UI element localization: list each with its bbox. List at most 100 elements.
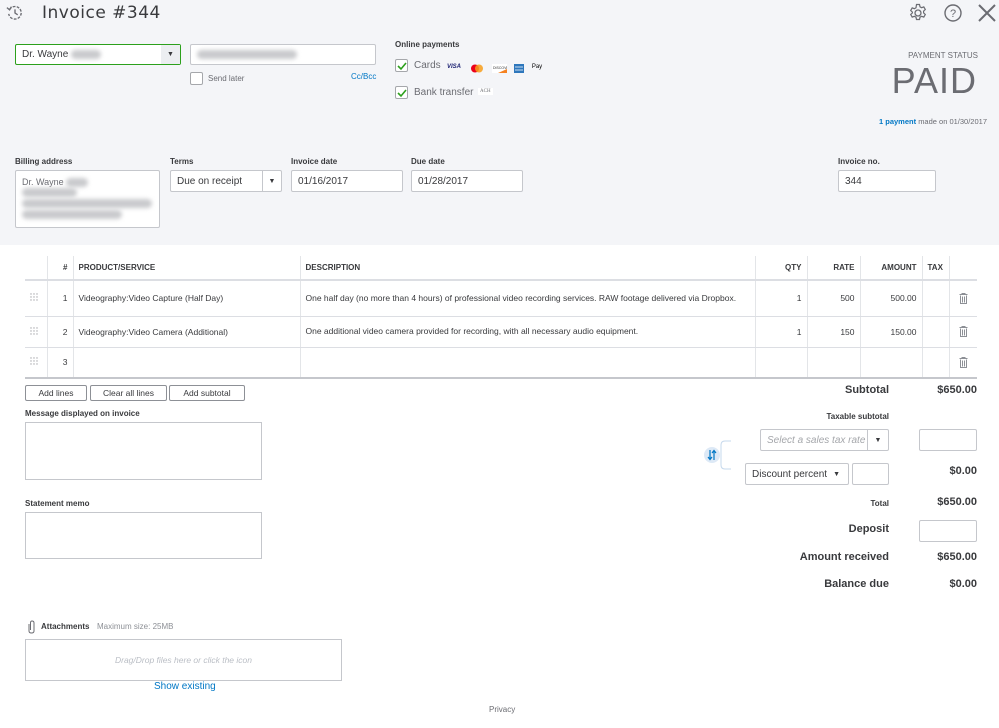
discount-value-field[interactable] <box>852 463 889 485</box>
amount-received-label: Amount received <box>799 551 889 563</box>
delete-icon[interactable] <box>948 347 977 379</box>
rate-cell[interactable] <box>806 347 860 379</box>
description-cell[interactable]: One additional video camera provided for… <box>299 316 755 348</box>
billing-address-label: Billing address <box>15 157 73 166</box>
description-cell[interactable]: One half day (no more than 4 hours) of p… <box>299 280 755 317</box>
chevron-down-icon[interactable]: ▼ <box>867 430 888 450</box>
clear-all-lines-button[interactable]: Clear all lines <box>90 385 167 401</box>
amount-cell[interactable]: 150.00 <box>859 316 922 348</box>
statement-memo-textarea[interactable] <box>25 512 262 559</box>
customer-name: Dr. Wayne <box>22 49 69 60</box>
chevron-down-icon[interactable]: ▼ <box>262 171 281 191</box>
attachments-label: Attachments <box>41 622 90 631</box>
product-cell[interactable] <box>72 347 300 379</box>
redacted-text <box>66 178 89 188</box>
subtotal-label: Subtotal <box>845 384 889 396</box>
chevron-down-icon[interactable]: ▼ <box>833 471 840 478</box>
invoice-number-label: Invoice no. <box>838 157 880 166</box>
product-cell[interactable]: Videography:Video Capture (Half Day) <box>72 280 300 317</box>
deposit-label: Deposit <box>848 523 889 535</box>
bank-transfer-checkbox[interactable] <box>395 86 408 99</box>
column-header-number: # <box>46 256 73 281</box>
column-header-amount: AMOUNT <box>859 256 922 281</box>
sales-tax-rate-placeholder: Select a sales tax rate <box>767 434 866 446</box>
ach-badge: ACH <box>478 88 493 95</box>
amount-cell[interactable] <box>859 347 922 379</box>
terms-select[interactable]: Due on receipt ▼ <box>170 170 282 192</box>
attachments-dropzone[interactable]: Drag/Drop files here or click the icon <box>25 639 342 681</box>
table-row[interactable]: 1 Videography:Video Capture (Half Day) One… <box>25 280 977 317</box>
tax-cell[interactable] <box>921 280 949 317</box>
row-number: 2 <box>46 316 73 348</box>
gear-icon[interactable] <box>908 3 928 23</box>
tax-cell[interactable] <box>921 316 949 348</box>
due-date-field[interactable] <box>411 170 523 192</box>
privacy-link[interactable]: Privacy <box>489 705 515 714</box>
qty-cell[interactable]: 1 <box>754 280 807 317</box>
terms-value: Due on receipt <box>177 175 243 187</box>
add-lines-button[interactable]: Add lines <box>25 385 87 401</box>
drag-handle-icon[interactable] <box>25 316 47 348</box>
deposit-field[interactable] <box>919 520 977 542</box>
table-row[interactable]: 3 <box>25 347 977 379</box>
redacted-text <box>22 198 152 208</box>
cc-bcc-link[interactable]: Cc/Bcc <box>351 72 376 81</box>
bank-transfer-label: Bank transfer <box>414 87 474 98</box>
add-subtotal-button[interactable]: Add subtotal <box>169 385 245 401</box>
discount-amount-value: $0.00 <box>949 465 977 477</box>
tax-cell[interactable] <box>921 347 949 379</box>
message-textarea[interactable] <box>25 422 262 480</box>
amount-cell[interactable]: 500.00 <box>859 280 922 317</box>
sales-tax-rate-select[interactable]: Select a sales tax rate ▼ <box>760 429 889 451</box>
paperclip-icon[interactable] <box>26 620 37 635</box>
line-items-table: # PRODUCT/SERVICE DESCRIPTION QTY RATE A… <box>25 256 977 379</box>
page-title: Invoice #344 <box>42 3 161 23</box>
description-cell[interactable] <box>299 347 755 379</box>
discount-type-select[interactable]: Discount percent ▼ <box>745 463 849 485</box>
invoice-number-field[interactable] <box>838 170 936 192</box>
payment-link[interactable]: 1 payment <box>879 117 916 126</box>
online-payments-title: Online payments <box>395 40 460 49</box>
due-date-label: Due date <box>411 157 445 166</box>
statement-memo-label: Statement memo <box>25 499 90 508</box>
invoice-date-field[interactable] <box>291 170 403 192</box>
balance-due-value: $0.00 <box>949 578 977 590</box>
help-icon[interactable]: ? <box>943 3 963 23</box>
drag-handle-icon[interactable] <box>25 347 47 379</box>
column-header-tax: TAX <box>921 256 949 281</box>
rate-cell[interactable]: 150 <box>806 316 860 348</box>
attachments-max-size: Maximum size: 25MB <box>97 622 174 631</box>
svg-text:DISCOVER: DISCOVER <box>493 66 507 70</box>
billing-address-field[interactable]: Dr. Wayne <box>15 170 160 228</box>
total-value: $650.00 <box>937 496 977 508</box>
customer-select[interactable]: Dr. Wayne ▼ <box>15 44 181 65</box>
rate-cell[interactable]: 500 <box>806 280 860 317</box>
balance-due-label: Balance due <box>824 578 889 590</box>
tax-discount-order-toggle[interactable] <box>703 440 733 470</box>
product-cell[interactable]: Videography:Video Camera (Additional) <box>72 316 300 348</box>
column-header-rate: RATE <box>806 256 860 281</box>
column-header-qty: QTY <box>754 256 807 281</box>
delete-icon[interactable] <box>948 280 977 317</box>
taxable-subtotal-label: Taxable subtotal <box>826 412 889 421</box>
history-icon[interactable] <box>6 4 24 22</box>
email-field[interactable] <box>190 44 376 65</box>
apple-pay-icon: Pay <box>531 64 543 71</box>
cards-checkbox[interactable] <box>395 59 408 72</box>
discover-icon: DISCOVER <box>491 64 507 74</box>
chevron-down-icon[interactable]: ▼ <box>161 45 180 64</box>
payment-status-label: PAYMENT STATUS <box>908 51 978 60</box>
discount-type-value: Discount percent <box>752 468 828 480</box>
drag-handle-icon[interactable] <box>25 280 47 317</box>
show-existing-link[interactable]: Show existing <box>154 681 216 692</box>
qty-cell[interactable] <box>754 347 807 379</box>
dropzone-text: Drag/Drop files here or click the icon <box>114 655 252 665</box>
send-later-checkbox[interactable] <box>190 72 203 85</box>
column-header-product: PRODUCT/SERVICE <box>72 256 300 281</box>
table-row[interactable]: 2 Videography:Video Camera (Additional) On… <box>25 316 977 348</box>
tax-amount-field[interactable] <box>919 429 977 451</box>
card-brands: VISA DISCOVER Pay <box>447 60 545 74</box>
close-icon[interactable] <box>977 3 997 23</box>
delete-icon[interactable] <box>948 316 977 348</box>
qty-cell[interactable]: 1 <box>754 316 807 348</box>
